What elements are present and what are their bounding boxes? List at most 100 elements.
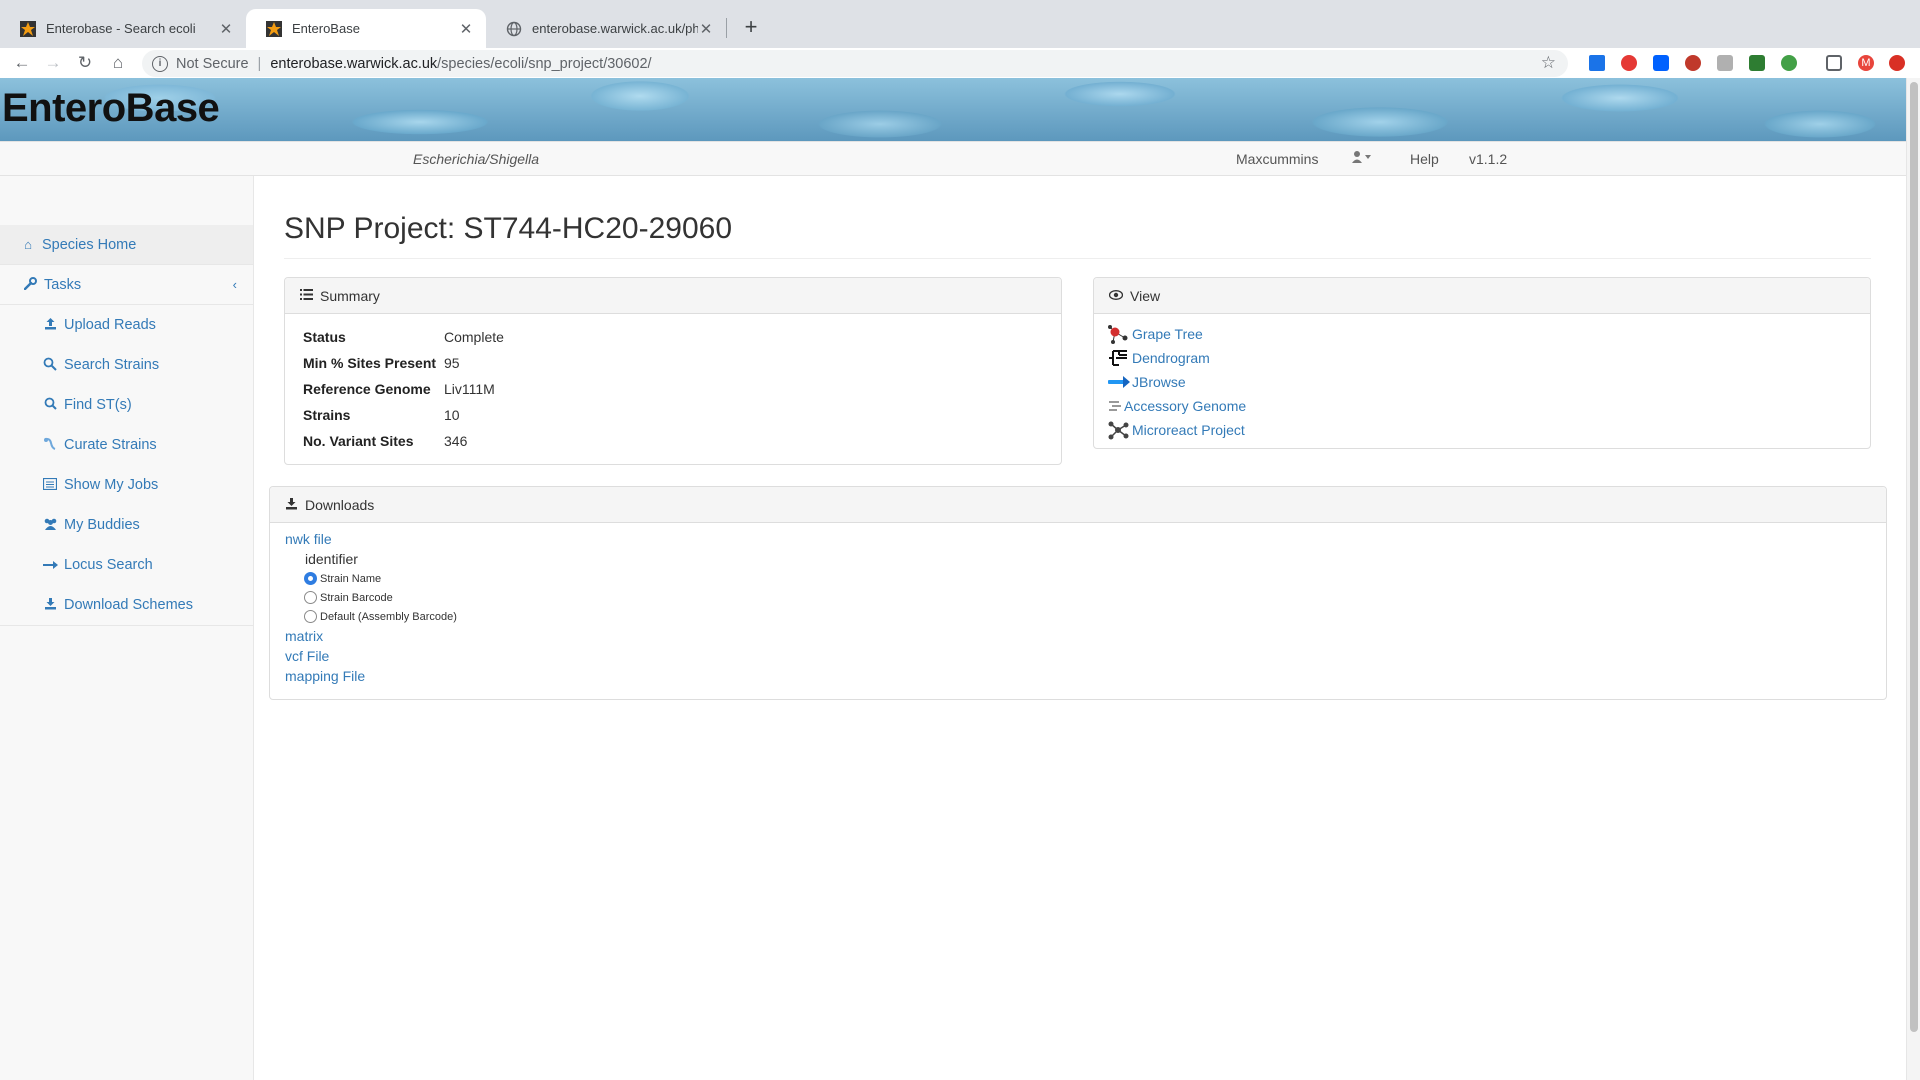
- site-logo[interactable]: EnteroBase: [2, 86, 220, 131]
- summary-value: 10: [444, 407, 460, 423]
- matrix-link[interactable]: matrix: [285, 626, 457, 646]
- view-heading: View: [1130, 287, 1161, 304]
- forward-arrow-icon[interactable]: →: [40, 50, 66, 76]
- sidebar-item-curate-strains[interactable]: Curate Strains: [0, 425, 253, 465]
- view-item-label: Microreact Project: [1132, 422, 1245, 438]
- mapping-file-link[interactable]: mapping File: [285, 666, 457, 686]
- sidebar-item-find-sts[interactable]: Find ST(s): [0, 385, 253, 425]
- sidebar-item-label: Locus Search: [64, 557, 153, 573]
- vcf-file-link[interactable]: vcf File: [285, 646, 457, 666]
- extension-icon[interactable]: [1621, 55, 1637, 71]
- sidebar-item-label: My Buddies: [64, 517, 140, 533]
- sidebar: ⌂ Species Home Tasks ‹ Upload Reads Sear…: [0, 176, 254, 1080]
- page-scrollbar[interactable]: [1906, 78, 1920, 1080]
- url-path: /species/ecoli/snp_project/30602/: [437, 55, 652, 72]
- sidebar-item-my-buddies[interactable]: My Buddies: [0, 505, 253, 545]
- browser-tab[interactable]: Enterobase - Search ecoli ✕: [0, 9, 246, 48]
- extension-icon[interactable]: [1685, 55, 1701, 71]
- chevron-left-icon[interactable]: ‹: [233, 277, 237, 292]
- browser-tab-active[interactable]: EnteroBase ✕: [246, 9, 486, 48]
- sidebar-item-upload-reads[interactable]: Upload Reads: [0, 305, 253, 345]
- sidebar-item-search-strains[interactable]: Search Strains: [0, 345, 253, 385]
- sidebar-item-label: Curate Strains: [64, 437, 157, 453]
- list-icon: [300, 288, 313, 303]
- bookmark-star-icon[interactable]: ☆: [1541, 53, 1556, 73]
- table-row: No. Variant Sites 346: [303, 428, 504, 454]
- sidebar-item-download-schemes[interactable]: Download Schemes: [0, 585, 253, 625]
- summary-value: 95: [444, 355, 460, 371]
- accessory-genome-link[interactable]: Accessory Genome: [1107, 394, 1246, 418]
- extension-icon[interactable]: [1717, 55, 1733, 71]
- summary-panel-header: Summary: [285, 278, 1061, 314]
- sidebar-item-label: Upload Reads: [64, 317, 156, 333]
- downloads-panel-header: Downloads: [270, 487, 1886, 523]
- close-icon[interactable]: ✕: [218, 20, 234, 38]
- grape-tree-icon: [1108, 325, 1128, 344]
- nwk-file-link[interactable]: nwk file: [285, 529, 457, 549]
- jbrowse-link[interactable]: JBrowse: [1107, 370, 1246, 394]
- summary-key: Min % Sites Present: [303, 355, 437, 371]
- summary-value: 346: [444, 433, 468, 449]
- extension-icon[interactable]: [1749, 55, 1765, 71]
- view-item-label: Accessory Genome: [1124, 398, 1247, 414]
- view-item-label: JBrowse: [1132, 374, 1186, 390]
- species-label[interactable]: Escherichia/Shigella: [413, 151, 539, 167]
- table-row: Reference Genome Liv111M: [303, 376, 504, 402]
- radio-strain-barcode[interactable]: Strain Barcode: [304, 588, 457, 607]
- radio-label: Strain Barcode: [320, 591, 393, 604]
- table-row: Min % Sites Present 95: [303, 350, 504, 376]
- close-icon[interactable]: ✕: [698, 20, 714, 38]
- user-name-link[interactable]: Maxcummins: [1236, 151, 1318, 167]
- tab-title: enterobase.warwick.ac.uk/phylo: [532, 21, 698, 36]
- grape-tree-link[interactable]: Grape Tree: [1107, 322, 1246, 346]
- back-arrow-icon[interactable]: ←: [9, 50, 35, 76]
- radio-assembly-barcode[interactable]: Default (Assembly Barcode): [304, 607, 457, 626]
- enterobase-favicon-icon: [266, 20, 282, 37]
- radio-button[interactable]: [304, 591, 317, 604]
- sidebar-item-show-my-jobs[interactable]: Show My Jobs: [0, 465, 253, 505]
- wrench-icon: [22, 276, 38, 293]
- profile-avatar[interactable]: M: [1858, 55, 1874, 71]
- new-tab-button[interactable]: +: [737, 13, 765, 41]
- scrollbar-thumb[interactable]: [1910, 82, 1918, 1032]
- download-icon: [42, 597, 58, 613]
- url-divider: |: [257, 55, 262, 72]
- eye-icon: [1108, 289, 1124, 303]
- dropbox-icon[interactable]: [1653, 55, 1669, 71]
- summary-key: Reference Genome: [303, 381, 431, 397]
- sidebar-item-label: Download Schemes: [64, 597, 193, 613]
- view-panel: View Grape Tree Dendrogram JBrowse Acces…: [1093, 277, 1871, 449]
- table-row: Strains 10: [303, 402, 504, 428]
- radio-strain-name[interactable]: Strain Name: [304, 569, 457, 588]
- radio-button-checked[interactable]: [304, 572, 317, 585]
- address-bar[interactable]: i Not Secure | enterobase.warwick.ac.uk /…: [142, 50, 1568, 77]
- globe-icon: [506, 21, 522, 36]
- view-item-label: Dendrogram: [1132, 350, 1210, 366]
- sidebar-item-species-home[interactable]: ⌂ Species Home: [0, 225, 253, 265]
- site-banner: EnteroBase: [0, 78, 1906, 141]
- view-list: Grape Tree Dendrogram JBrowse Accessory …: [1107, 322, 1246, 442]
- radio-button[interactable]: [304, 610, 317, 623]
- user-menu-icon[interactable]: [1352, 150, 1372, 167]
- extension-icon[interactable]: [1589, 55, 1605, 71]
- info-icon[interactable]: i: [152, 55, 168, 72]
- home-icon[interactable]: ⌂: [105, 50, 131, 76]
- top-navbar: Escherichia/Shigella Maxcummins Help v1.…: [0, 141, 1906, 176]
- help-link[interactable]: Help: [1410, 151, 1439, 167]
- sidebar-item-tasks[interactable]: Tasks ‹: [0, 265, 253, 305]
- browser-tab[interactable]: enterobase.warwick.ac.uk/phylo ✕: [486, 9, 726, 48]
- view-item-label: Grape Tree: [1132, 326, 1203, 342]
- update-icon[interactable]: [1889, 55, 1905, 71]
- identifier-label: identifier: [305, 551, 358, 567]
- close-icon[interactable]: ✕: [458, 20, 474, 38]
- reload-icon[interactable]: ↻: [72, 50, 98, 76]
- sidebar-item-locus-search[interactable]: Locus Search: [0, 545, 253, 585]
- microreact-project-link[interactable]: Microreact Project: [1107, 418, 1246, 442]
- cast-icon[interactable]: [1826, 55, 1842, 71]
- evernote-icon[interactable]: [1781, 55, 1797, 71]
- radio-label: Strain Name: [320, 572, 382, 585]
- downloads-heading: Downloads: [305, 496, 375, 513]
- tab-title: EnteroBase: [292, 21, 360, 36]
- downloads-list: nwk file identifier Strain Name Strain B…: [285, 529, 457, 686]
- dendrogram-link[interactable]: Dendrogram: [1107, 346, 1246, 370]
